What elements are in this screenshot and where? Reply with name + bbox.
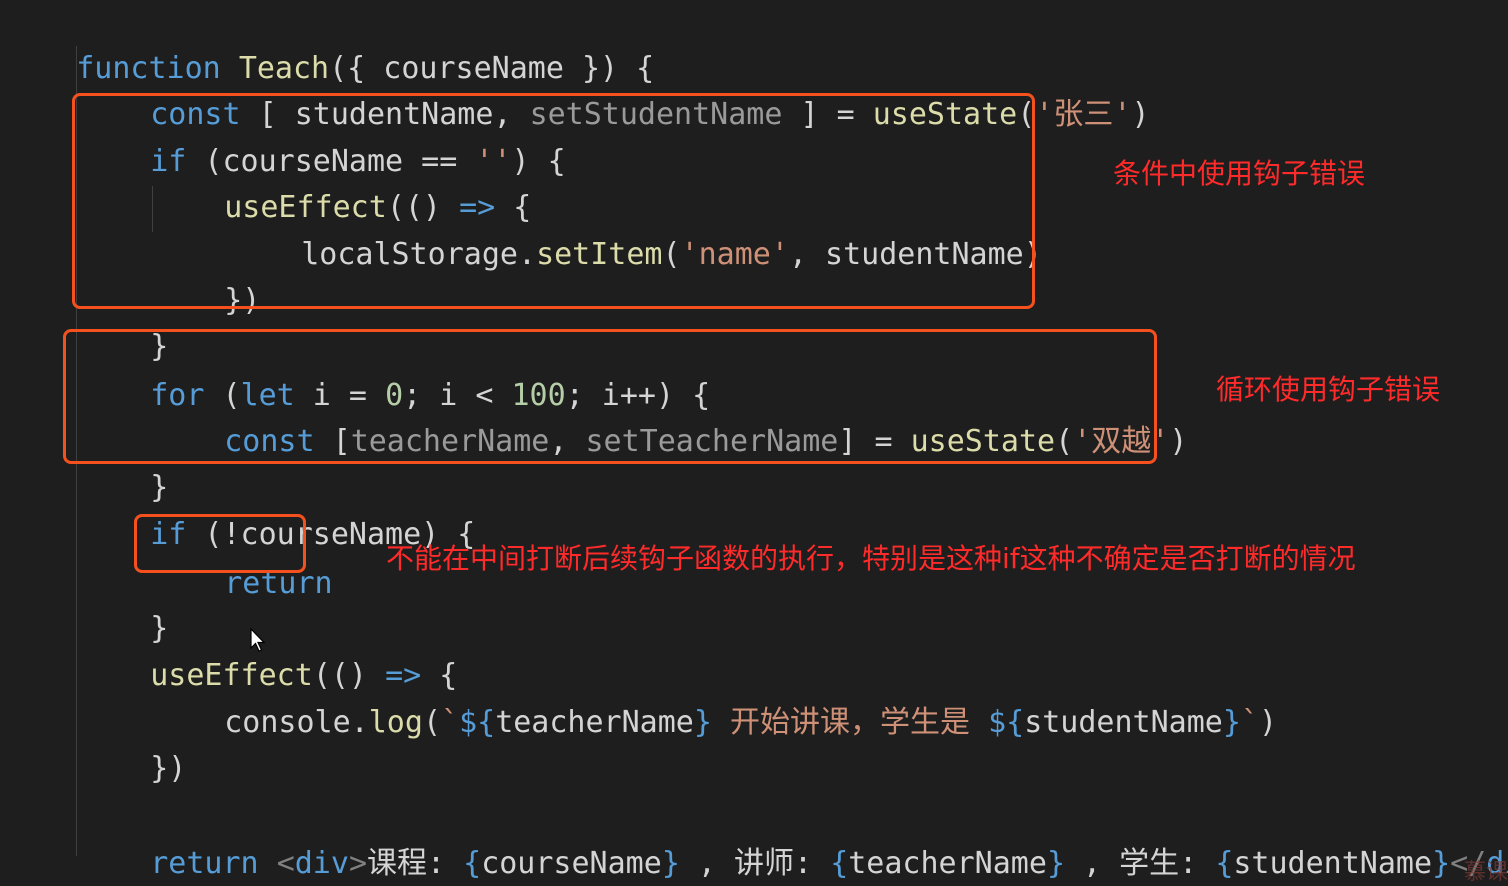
variable: teacherName bbox=[495, 705, 694, 740]
code-line-14: useEffect(() => { bbox=[78, 607, 457, 693]
code-line-16: }) bbox=[78, 700, 186, 786]
mouse-pointer-icon bbox=[250, 628, 266, 652]
jsx-brace: } bbox=[1432, 846, 1451, 881]
string-literal: 开始讲课，学生是 bbox=[711, 705, 989, 740]
code-text: 课程: bbox=[367, 846, 464, 881]
code-editor[interactable]: function Teach({ courseName }) { const [… bbox=[0, 0, 1508, 886]
code-line-11: if (!courseName) { bbox=[78, 466, 475, 552]
jsx-brace: } bbox=[661, 846, 680, 881]
jsx-bracket: > bbox=[348, 846, 367, 881]
template-brace: } bbox=[693, 705, 712, 740]
code-text: }) bbox=[150, 751, 187, 786]
code-text: ) bbox=[1169, 424, 1188, 459]
template-brace: } bbox=[1222, 705, 1241, 740]
code-line-2: const [ studentName, setStudentName ] = … bbox=[78, 46, 1149, 132]
code-text: , 学生: bbox=[1065, 846, 1216, 881]
keyword: return bbox=[150, 846, 259, 881]
template-brace: ${ bbox=[988, 705, 1025, 740]
function-call: log bbox=[368, 705, 423, 740]
code-line-19: } bbox=[4, 840, 94, 886]
code-text: ( bbox=[422, 705, 441, 740]
loop-hook-note: 循环使用钩子错误 bbox=[1216, 373, 1441, 406]
jsx-bracket: < bbox=[276, 846, 295, 881]
jsx-brace: } bbox=[1046, 846, 1065, 881]
return-note: 不能在中间打断后续钩子函数的执行，特别是这种if这种不确定是否打断的情况 bbox=[386, 542, 1356, 575]
code-line-15: console.log(`${teacherName} 开始讲课，学生是 ${s… bbox=[152, 654, 1277, 740]
code-text: ) bbox=[1259, 705, 1278, 740]
string-literal: '张三' bbox=[1035, 97, 1132, 132]
variable: studentName bbox=[1233, 846, 1433, 881]
condition-hook-note: 条件中使用钩子错误 bbox=[1113, 157, 1366, 190]
template-backtick: ` bbox=[441, 705, 460, 740]
variable: courseName bbox=[481, 846, 662, 881]
variable: teacherName bbox=[848, 846, 1047, 881]
watermark-logo: 慕课 bbox=[1463, 860, 1508, 885]
code-text: ) bbox=[1131, 97, 1150, 132]
jsx-brace: { bbox=[1215, 846, 1234, 881]
return-highlight-box bbox=[134, 514, 306, 573]
code-text: , 讲师: bbox=[679, 846, 831, 881]
template-brace: ${ bbox=[459, 705, 496, 740]
variable: studentName bbox=[1024, 705, 1223, 740]
code-line-18: return <div>课程: {courseName} , 讲师: {teac… bbox=[78, 795, 1508, 881]
template-backtick: ` bbox=[1240, 705, 1259, 740]
jsx-tag: div bbox=[294, 846, 349, 881]
jsx-brace: { bbox=[463, 846, 482, 881]
code-text: console. bbox=[224, 705, 369, 740]
jsx-brace: { bbox=[830, 846, 849, 881]
code-line-1: function Teach({ courseName }) { bbox=[4, 0, 654, 86]
condition-hook-highlight-box bbox=[72, 93, 1035, 309]
loop-hook-highlight-box bbox=[63, 329, 1157, 464]
